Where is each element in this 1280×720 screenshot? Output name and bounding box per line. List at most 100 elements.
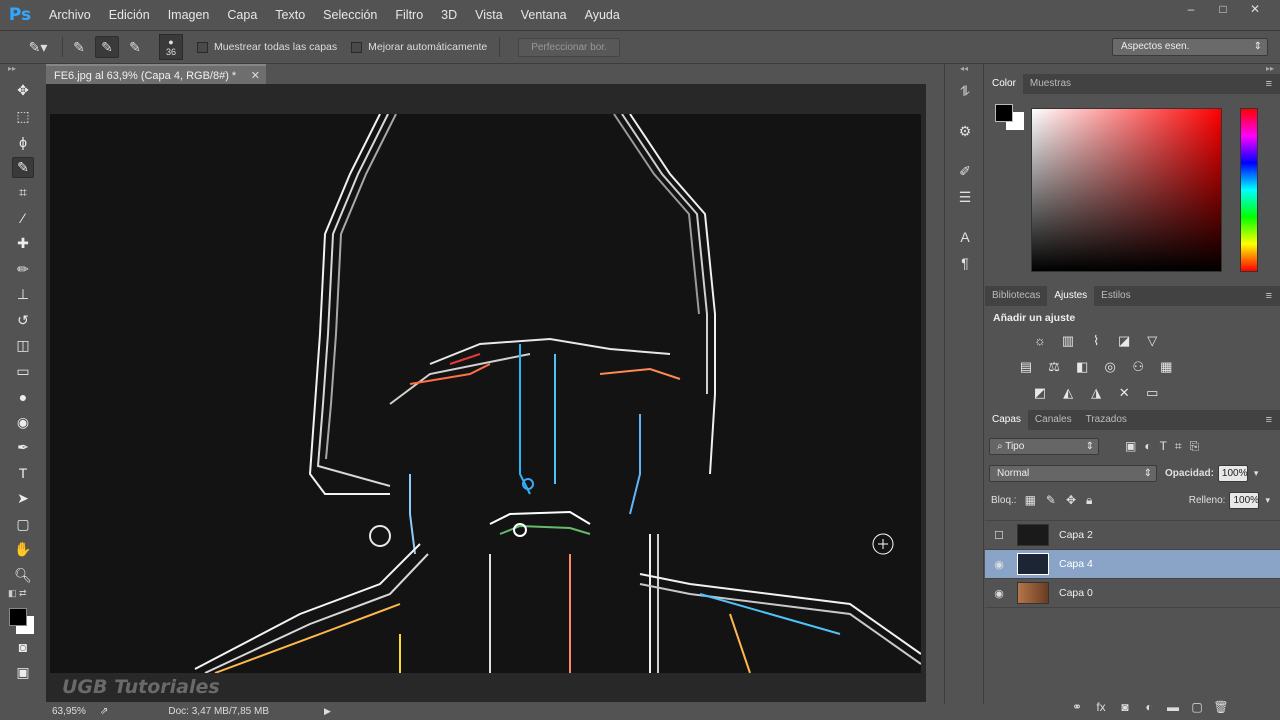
blur-tool-icon[interactable]: ● <box>0 384 46 410</box>
tab-bibliotecas[interactable]: Bibliotecas <box>985 286 1047 306</box>
quick-selection-tool-icon[interactable]: ✎ <box>0 155 46 181</box>
layer-row[interactable]: ◉ Capa 4 <box>985 550 1280 579</box>
hue-slider[interactable] <box>1240 108 1258 272</box>
link-layers-icon[interactable]: ⚭ <box>1065 700 1089 714</box>
brush-settings-panel-icon[interactable]: ☰ <box>945 184 985 210</box>
posterize-icon[interactable]: ◭ <box>1057 382 1079 404</box>
opacity-field[interactable]: 100% <box>1217 464 1248 482</box>
panel-menu-icon[interactable]: ≡ <box>1266 290 1272 302</box>
menu-imagen[interactable]: Imagen <box>159 0 219 30</box>
photo-filter-icon[interactable]: ◎ <box>1099 356 1121 378</box>
foreground-color-chip[interactable] <box>995 104 1013 122</box>
brush-tool-icon[interactable]: ✏ <box>0 257 46 283</box>
dodge-tool-icon[interactable]: ◉ <box>0 410 46 436</box>
move-tool-icon[interactable]: ✥ <box>0 78 46 104</box>
color-field[interactable] <box>1031 108 1222 272</box>
tab-trazados[interactable]: Trazados <box>1079 410 1134 430</box>
add-mask-icon[interactable]: ◙ <box>1113 700 1137 714</box>
add-to-selection-icon[interactable]: ✎ <box>95 36 119 58</box>
pen-tool-icon[interactable]: ✒ <box>0 435 46 461</box>
screen-mode-icon[interactable]: ▣ <box>0 660 46 686</box>
foreground-color-swatch[interactable] <box>9 608 27 626</box>
brush-size-picker[interactable]: ● 36 <box>159 34 183 60</box>
expand-panels-icon[interactable]: ◂◂ <box>945 64 983 78</box>
subtract-from-selection-icon[interactable]: ✎ <box>123 36 147 58</box>
vertical-scrollbar[interactable] <box>926 84 942 702</box>
layer-row[interactable]: ◉ Capa 0 <box>985 579 1280 608</box>
workspace-dropdown[interactable]: Aspectos esen. ⇕ <box>1112 38 1268 56</box>
collapse-icon[interactable]: ▸▸ <box>0 64 46 78</box>
brushes-panel-icon[interactable]: ✐ <box>945 158 985 184</box>
hue-saturation-icon[interactable]: ▤ <box>1015 356 1037 378</box>
visibility-toggle-off[interactable]: ☐ <box>985 529 1013 542</box>
levels-icon[interactable]: ▥ <box>1057 330 1079 352</box>
minimize-button[interactable]: – <box>1176 0 1206 18</box>
menu-ayuda[interactable]: Ayuda <box>576 0 629 30</box>
shape-tool-icon[interactable]: ▢ <box>0 512 46 538</box>
clone-stamp-tool-icon[interactable]: ⊥ <box>0 282 46 308</box>
menu-archivo[interactable]: Archivo <box>40 0 100 30</box>
menu-filtro[interactable]: Filtro <box>386 0 432 30</box>
history-panel-icon[interactable]: ⥮ <box>945 78 985 104</box>
threshold-icon[interactable]: ◮ <box>1085 382 1107 404</box>
gradient-tool-icon[interactable]: ▭ <box>0 359 46 385</box>
status-menu-arrow-icon[interactable]: ▶ <box>324 706 331 717</box>
chevron-down-icon[interactable]: ▾ <box>1254 468 1259 479</box>
properties-panel-icon[interactable]: ⚙ <box>945 118 985 144</box>
tab-color[interactable]: Color <box>985 74 1023 94</box>
hand-tool-icon[interactable]: ✋ <box>0 537 46 563</box>
adjustment-layer-icon[interactable]: ◐ <box>1137 700 1161 714</box>
marquee-tool-icon[interactable]: ⬚ <box>0 104 46 130</box>
layer-name[interactable]: Capa 4 <box>1059 558 1093 570</box>
eye-icon[interactable]: ◉ <box>985 558 1013 571</box>
eye-icon[interactable]: ◉ <box>985 587 1013 600</box>
swap-colors-icon[interactable]: ◧ ⇄ <box>0 588 46 602</box>
document-tab[interactable]: FE6.jpg al 63,9% (Capa 4, RGB/8#) * ✕ <box>46 64 266 84</box>
zoom-level[interactable]: 63,95% <box>52 706 96 717</box>
trash-icon[interactable]: 🗑︎ <box>1209 700 1233 714</box>
channel-mixer-icon[interactable]: ⚇ <box>1127 356 1149 378</box>
exposure-icon[interactable]: ◪ <box>1113 330 1135 352</box>
quick-mask-icon[interactable]: ◙ <box>0 634 46 660</box>
refine-edge-button[interactable]: Perfeccionar bor. <box>518 37 620 57</box>
menu-3d[interactable]: 3D <box>432 0 466 30</box>
zoom-tool-icon[interactable]: 🔍︎ <box>0 563 46 589</box>
layer-row[interactable]: ☐ Capa 2 <box>985 521 1280 550</box>
tab-estilos[interactable]: Estilos <box>1094 286 1137 306</box>
panel-menu-icon[interactable]: ≡ <box>1266 414 1272 426</box>
invert-icon[interactable]: ◩ <box>1029 382 1051 404</box>
document-canvas[interactable] <box>50 114 921 673</box>
layer-style-icon[interactable]: fx <box>1089 700 1113 714</box>
crop-tool-icon[interactable]: ⌗ <box>0 180 46 206</box>
tab-canales[interactable]: Canales <box>1028 410 1079 430</box>
new-layer-icon[interactable]: ▢ <box>1185 700 1209 714</box>
menu-capa[interactable]: Capa <box>218 0 266 30</box>
color-lookup-icon[interactable]: ▦ <box>1155 356 1177 378</box>
close-document-icon[interactable]: ✕ <box>251 66 260 86</box>
color-balance-icon[interactable]: ⚖ <box>1043 356 1065 378</box>
menu-edicion[interactable]: Edición <box>100 0 159 30</box>
selective-color-icon[interactable]: ✕ <box>1113 382 1135 404</box>
panel-menu-icon[interactable]: ≡ <box>1266 78 1272 90</box>
collapse-panels-icon[interactable]: ▸▸ <box>985 64 1280 74</box>
eraser-tool-icon[interactable]: ◫ <box>0 333 46 359</box>
paragraph-panel-icon[interactable]: ¶ <box>945 250 985 276</box>
chevron-down-icon[interactable]: ▾ <box>1265 495 1270 506</box>
type-tool-icon[interactable]: T <box>0 461 46 487</box>
tab-muestras[interactable]: Muestras <box>1023 74 1078 94</box>
gradient-map-icon[interactable]: ▭ <box>1141 382 1163 404</box>
tool-preset-picker-icon[interactable]: ✎▾ <box>26 36 50 58</box>
blend-mode-dropdown[interactable]: Normal ⇕ <box>989 464 1157 482</box>
healing-brush-tool-icon[interactable]: ✚ <box>0 231 46 257</box>
new-selection-icon[interactable]: ✎ <box>67 36 91 58</box>
path-selection-tool-icon[interactable]: ➤ <box>0 486 46 512</box>
maximize-button[interactable]: □ <box>1208 0 1238 18</box>
black-white-icon[interactable]: ◧ <box>1071 356 1093 378</box>
layer-name[interactable]: Capa 2 <box>1059 529 1093 541</box>
lasso-tool-icon[interactable]: ϕ <box>0 129 46 155</box>
menu-seleccion[interactable]: Selección <box>314 0 386 30</box>
eyedropper-tool-icon[interactable]: ⁄ <box>0 206 46 232</box>
layer-filter-icons[interactable]: ▣◐T⌗⎘ <box>1125 439 1207 454</box>
menu-ventana[interactable]: Ventana <box>512 0 576 30</box>
vibrance-icon[interactable]: ▽ <box>1141 330 1163 352</box>
